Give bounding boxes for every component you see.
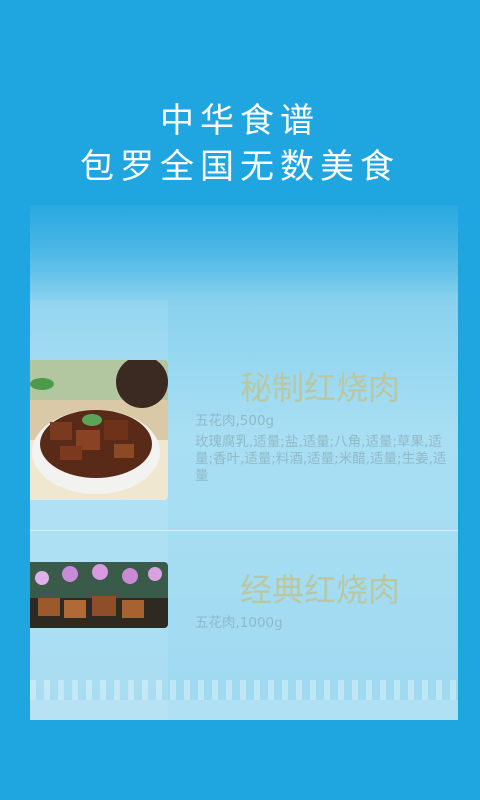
recipe-ingredients: 五花肉,1000g [195,615,447,632]
headline-line-2: 包罗全国无数美食 [80,147,400,187]
recipe-divider [30,530,458,531]
bottom-bar [30,700,458,720]
recipe-title: 经典红烧肉 [240,571,401,609]
card-top-fade [30,205,458,300]
recipe-ingredients: 五花肉,500g 玫瑰腐乳,适量;盐,适量;八角,适量;草果,适量;香叶,适量;… [195,413,447,485]
headline: 中华食谱 包罗全国无数美食 [0,98,480,190]
recipe-photo [30,562,168,628]
preview-card: 秘制红烧肉 五花肉,500g 玫瑰腐乳,适量;盐,适量;八角,适量;草果,适量;… [30,205,458,720]
headline-line-1: 中华食谱 [160,101,320,141]
recipe-title: 秘制红烧肉 [240,369,401,407]
recipe-photo [30,360,168,500]
ingredient-rest: 玫瑰腐乳,适量;盐,适量;八角,适量;草果,适量;香叶,适量;料酒,适量;米醋,… [195,434,447,484]
decorative-border [30,680,458,700]
ingredient-main: 五花肉,1000g [195,615,283,631]
ingredient-main: 五花肉,500g [195,413,275,429]
